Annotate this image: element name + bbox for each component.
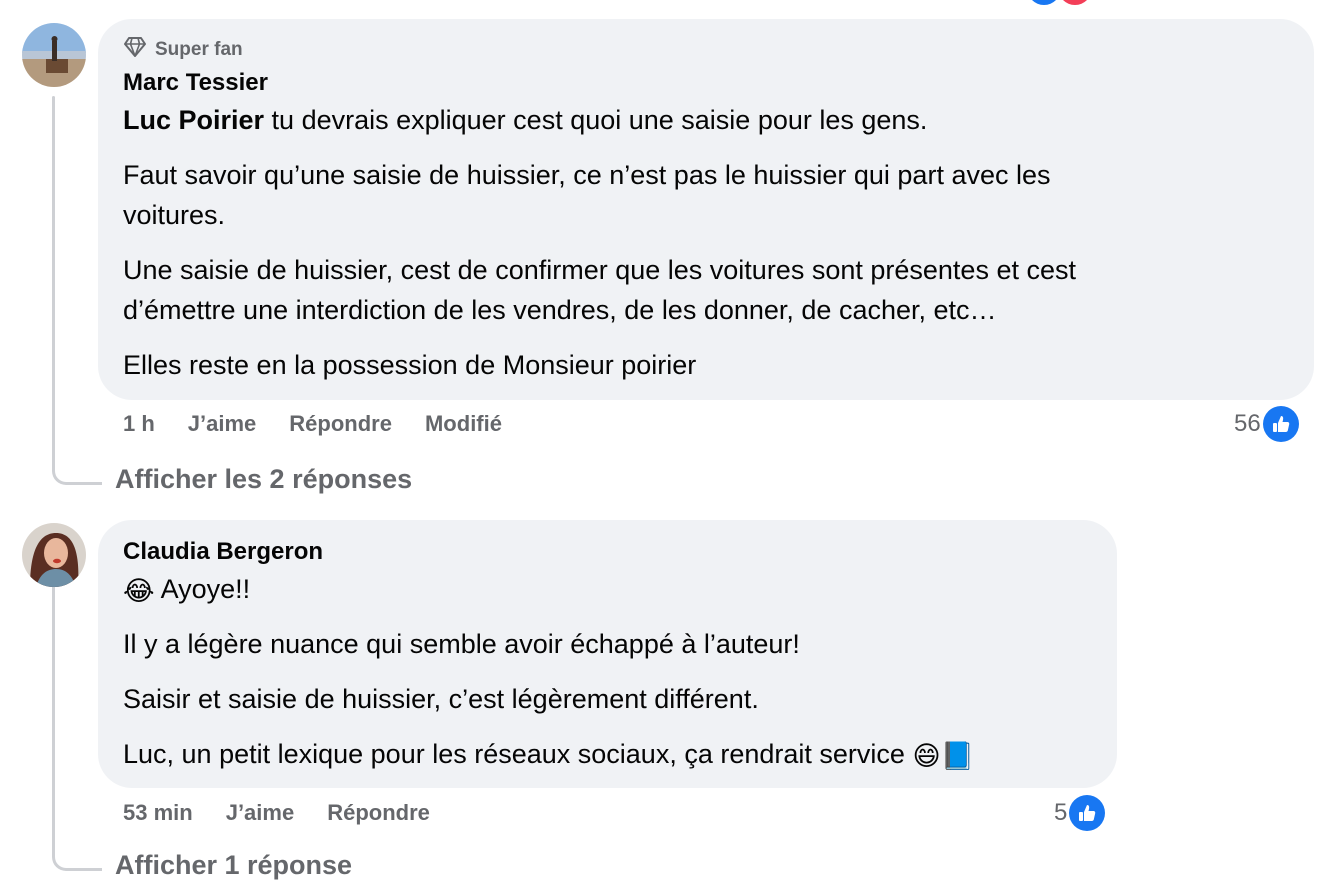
mention-link[interactable]: Luc Poirier [123,105,264,135]
comment-paragraph: Luc, un petit lexique pour les réseaux s… [123,734,974,776]
thread-line [52,586,55,848]
comment-paragraph-line: Faut savoir qu’une saisie de huissier, c… [123,160,1051,190]
comment-actions: 1 h J’aime Répondre Modifié [123,411,535,437]
badge-label: Super fan [155,39,243,60]
thread-connector [52,826,102,871]
comment-paragraph-line: d’émettre une interdiction de les vendre… [123,295,997,325]
thumbs-up-icon [1262,406,1299,442]
comment-paragraph-line: Une saisie de huissier, cest de confirme… [123,255,1076,285]
reply-button[interactable]: Répondre [327,800,430,826]
comment-paragraph-line: voitures. [123,200,226,230]
like-button[interactable]: J’aime [188,411,257,437]
super-fan-badge[interactable]: Super fan [123,36,243,64]
comment-paragraph-line: Saisir et saisie de huissier, c’est légè… [123,684,759,714]
thumbs-up-icon [1069,795,1106,831]
comment-paragraph-line: Elles reste en la possession de Monsieur… [123,350,697,380]
reply-button[interactable]: Répondre [289,411,392,437]
comment-timestamp[interactable]: 53 min [123,800,193,826]
comment-timestamp[interactable]: 1 h [123,411,155,437]
thread-connector [52,440,102,485]
like-button[interactable]: J’aime [226,800,295,826]
reaction-count[interactable]: 5 [1054,795,1106,831]
comment-author[interactable]: Marc Tessier [123,69,268,97]
edited-label[interactable]: Modifié [425,411,502,437]
paragraph-text: tu devrais expliquer cest quoi une saisi… [264,105,928,135]
comment-bubble [98,19,1314,400]
avatar-marc-tessier[interactable] [22,23,86,87]
view-replies-link[interactable]: Afficher les 2 réponses [115,464,412,495]
comment-paragraph-line: Il y a légère nuance qui semble avoir éc… [123,629,800,659]
comment-author[interactable]: Claudia Bergeron [123,538,323,566]
like-reaction-icon [1027,0,1061,5]
love-reaction-icon [1058,0,1092,5]
comment-actions: 53 min J’aime Répondre [123,800,463,826]
comment-paragraph: Luc Poirier tu devrais expliquer cest qu… [123,100,927,140]
grin-and-book-emoji: 😄📘 [912,740,975,771]
like-count: 5 [1054,799,1068,826]
diamond-icon [123,36,147,64]
paragraph-text: Ayoye!! [160,574,251,604]
avatar-claudia-bergeron[interactable] [22,523,86,587]
paragraph-text: Luc, un petit lexique pour les réseaux s… [123,739,905,769]
thread-line [52,96,55,456]
laughing-emoji: 😂 [123,575,155,606]
like-count: 56 [1234,410,1261,437]
reaction-count[interactable]: 56 [1234,406,1299,442]
comment-paragraph: 😂 Ayoye!! [123,569,250,611]
